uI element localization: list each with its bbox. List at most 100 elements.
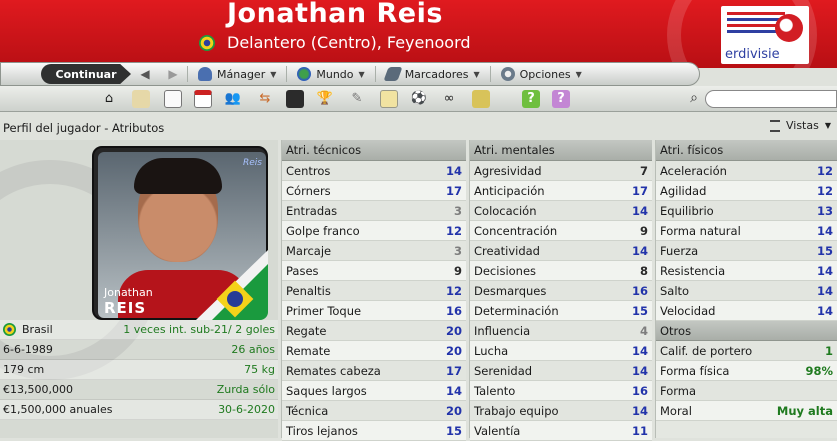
physical-row[interactable]: Agilidad 12 [656, 181, 837, 201]
mental-row[interactable]: Influencia 4 [470, 321, 652, 341]
manager-icon [198, 67, 212, 81]
menu-world-label: Mundo [316, 67, 354, 81]
mental-row[interactable]: Desmarques 16 [470, 281, 652, 301]
technical-row[interactable]: Marcaje 3 [282, 241, 466, 261]
birth-date: 6-6-1989 [3, 343, 53, 356]
back-arrow-icon[interactable]: ◀ [131, 67, 159, 81]
technical-row[interactable]: Centros 14 [282, 161, 466, 181]
preferred-foot: Zurda sólo [216, 383, 275, 396]
transfer-icon[interactable]: ⇆ [256, 90, 274, 108]
physical-row[interactable]: Resistencia 14 [656, 261, 837, 281]
continue-button[interactable]: Continuar [41, 64, 131, 84]
calendar-icon[interactable] [194, 90, 212, 108]
attribute-name: Marcaje [286, 243, 332, 258]
attribute-value: 3 [453, 243, 462, 258]
physical-row[interactable]: Forma natural 14 [656, 221, 837, 241]
menu-scores[interactable]: Marcadores ▼ [374, 66, 490, 82]
tactics-icon[interactable] [286, 90, 304, 108]
mental-row[interactable]: Decisiones 8 [470, 261, 652, 281]
attribute-value: 14 [816, 263, 833, 278]
mental-row[interactable]: Trabajo equipo 14 [470, 401, 652, 421]
technical-row[interactable]: Tiros lejanos 15 [282, 421, 466, 441]
physical-row[interactable]: Equilibrio 13 [656, 201, 837, 221]
feedback-icon[interactable]: ? [552, 90, 570, 108]
other-row[interactable]: Moral Muy alta [656, 401, 837, 421]
forward-arrow-icon[interactable]: ▶ [159, 67, 187, 81]
attribute-value: 13 [816, 203, 833, 218]
mental-row[interactable]: Determinación 15 [470, 301, 652, 321]
help-icon[interactable]: ? [522, 90, 540, 108]
technical-row[interactable]: Primer Toque 16 [282, 301, 466, 321]
other-row[interactable]: Forma [656, 381, 837, 401]
contract-icon[interactable] [132, 90, 150, 108]
technical-row[interactable]: Remates cabeza 17 [282, 361, 466, 381]
menu-manager[interactable]: Mánager ▼ [187, 66, 286, 82]
attribute-name: Creatividad [474, 243, 540, 258]
technical-row[interactable]: Regate 20 [282, 321, 466, 341]
attribute-name: Decisiones [474, 263, 537, 278]
attribute-name: Salto [660, 283, 690, 298]
binoculars-icon[interactable]: ∞ [440, 90, 458, 108]
technical-row[interactable]: Entradas 3 [282, 201, 466, 221]
menu-options[interactable]: Opciones ▼ [489, 66, 592, 82]
chevron-down-icon: ▼ [473, 69, 480, 79]
attribute-name: Anticipación [474, 183, 545, 198]
other-row[interactable]: Forma física 98% [656, 361, 837, 381]
options-icon [500, 67, 515, 81]
market-value: €13,500,000 [3, 383, 73, 396]
search-icon[interactable]: ⌕ [684, 88, 704, 108]
icon-toolbar: ⌂ 👥 ⇆ 🏆 ✎ ⚽ ∞ ? ? ⌕ [0, 86, 837, 112]
clipboard-icon[interactable] [380, 90, 398, 108]
mental-row[interactable]: Anticipación 17 [470, 181, 652, 201]
info-row-body: 179 cm 75 kg [0, 360, 278, 380]
mental-row[interactable]: Valentía 11 [470, 421, 652, 441]
attribute-name: Entradas [286, 203, 338, 218]
physical-row[interactable]: Velocidad 14 [656, 301, 837, 321]
league-logo-text: erdivisie [725, 47, 780, 62]
physical-row[interactable]: Fuerza 15 [656, 241, 837, 261]
attribute-name: Serenidad [474, 363, 533, 378]
technical-row[interactable]: Saques largos 14 [282, 381, 466, 401]
mental-row[interactable]: Concentración 9 [470, 221, 652, 241]
document-icon[interactable] [164, 90, 182, 108]
attribute-name: Determinación [474, 303, 559, 318]
attribute-name: Tiros lejanos [286, 423, 358, 438]
technical-row[interactable]: Córners 17 [282, 181, 466, 201]
nationality[interactable]: Brasil [22, 323, 53, 336]
search-input[interactable] [705, 90, 837, 108]
technical-row[interactable]: Penaltis 12 [282, 281, 466, 301]
physical-row[interactable]: Aceleración 12 [656, 161, 837, 181]
mental-row[interactable]: Colocación 14 [470, 201, 652, 221]
technical-row[interactable]: Golpe franco 12 [282, 221, 466, 241]
mental-row[interactable]: Talento 16 [470, 381, 652, 401]
finances-icon[interactable] [472, 90, 490, 108]
technical-row[interactable]: Técnica 20 [282, 401, 466, 421]
other-row[interactable]: Calif. de portero 1 [656, 341, 837, 361]
mental-row[interactable]: Serenidad 14 [470, 361, 652, 381]
attribute-value: 20 [445, 343, 462, 358]
attribute-name: Forma natural [660, 223, 741, 238]
mental-row[interactable]: Creatividad 14 [470, 241, 652, 261]
technical-row[interactable]: Remate 20 [282, 341, 466, 361]
technical-row[interactable]: Pases 9 [282, 261, 466, 281]
attribute-name: Agresividad [474, 163, 542, 178]
attribute-value: 17 [631, 183, 648, 198]
training-icon[interactable]: ⚽ [410, 90, 428, 108]
physical-row[interactable]: Salto 14 [656, 281, 837, 301]
attribute-value: 14 [631, 403, 648, 418]
trophy-icon[interactable]: 🏆 [316, 90, 334, 108]
menu-world[interactable]: Mundo ▼ [286, 66, 374, 82]
views-dropdown[interactable]: Vistas ▼ [769, 119, 831, 132]
position-club-text[interactable]: Delantero (Centro), Feyenoord [227, 33, 471, 52]
brazil-flag-icon [3, 323, 16, 336]
league-logo[interactable]: erdivisie [721, 6, 809, 64]
mental-row[interactable]: Lucha 14 [470, 341, 652, 361]
page-title: Perfil del jugador - Atributos [3, 121, 165, 135]
menu-scores-label: Marcadores [404, 67, 469, 81]
mental-row[interactable]: Agresividad 7 [470, 161, 652, 181]
attribute-value: 15 [816, 243, 833, 258]
scout-icon[interactable]: ✎ [348, 90, 366, 108]
attribute-name: Lucha [474, 343, 509, 358]
home-icon[interactable]: ⌂ [100, 90, 118, 108]
squad-icon[interactable]: 👥 [224, 90, 242, 108]
